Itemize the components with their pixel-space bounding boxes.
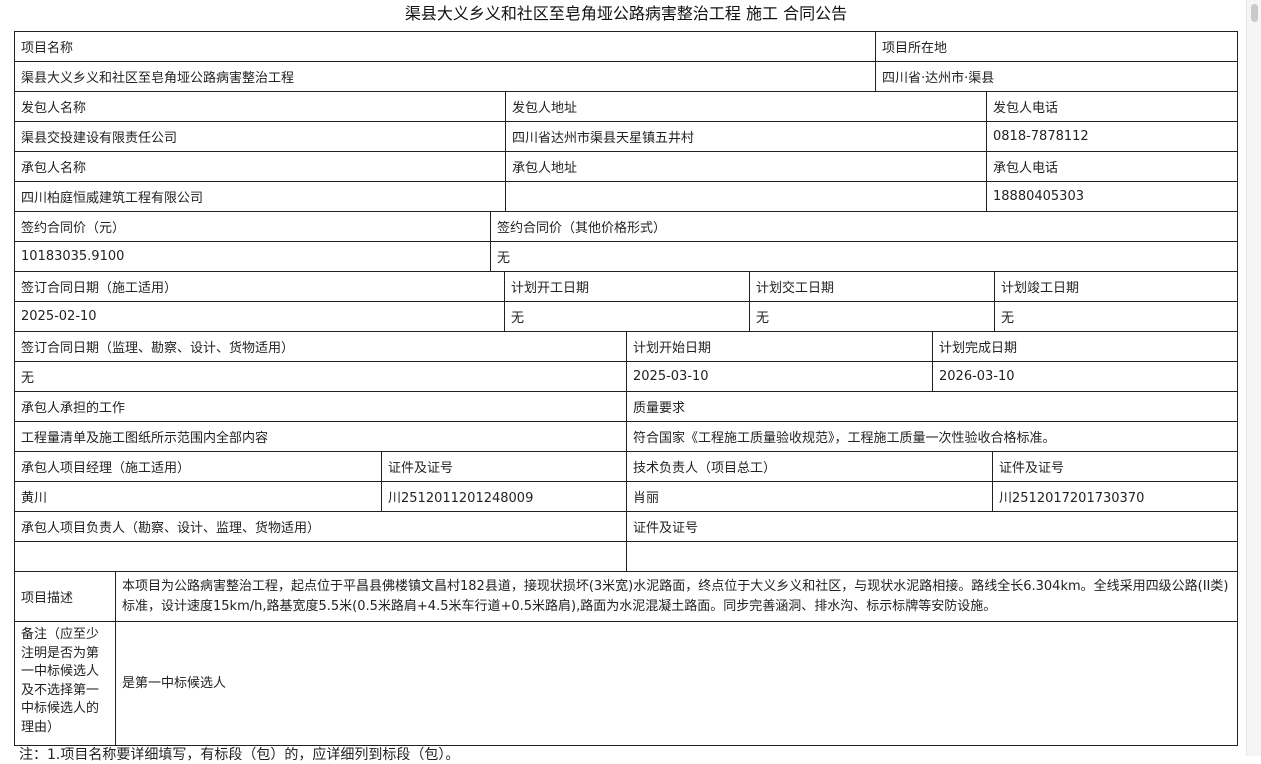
table-cell: 证件及证号 [382, 452, 627, 482]
table-cell: 川2512011201248009 [382, 482, 627, 512]
contract-table: 项目名称 项目所在地 渠县大义乡义和社区至皂角垭公路病害整治工程 四川省·达州市·渠县… [14, 31, 1238, 746]
table-row [15, 542, 1238, 572]
table-row: 渠县交投建设有限责任公司 四川省达州市渠县天星镇五井村 0818-7878112 [15, 122, 1238, 152]
table-cell: 计划交工日期 [750, 272, 995, 302]
project-description-label: 项目描述 [15, 572, 116, 622]
table-cell: 证件及证号 [627, 512, 1238, 542]
table-row: 渠县大义乡义和社区至皂角垭公路病害整治工程 四川省·达州市·渠县 [15, 62, 1238, 92]
table-cell: 承包人电话 [987, 152, 1238, 182]
table-cell: 计划完成日期 [933, 332, 1238, 362]
table-cell: 无 [15, 362, 627, 392]
table-cell: 2026-03-10 [933, 362, 1238, 392]
table-cell: 计划开工日期 [505, 272, 750, 302]
table-cell: 签约合同价（元） [15, 212, 491, 242]
table-cell: 技术负责人（项目总工） [627, 452, 993, 482]
table-row: 承包人项目经理（施工适用） 证件及证号 技术负责人（项目总工） 证件及证号 [15, 452, 1238, 482]
table-cell: 签订合同日期（监理、勘察、设计、货物适用） [15, 332, 627, 362]
footnote: 注：1.项目名称要详细填写，有标段（包）的，应详细列到标段（包）。 [19, 747, 460, 763]
table-cell: 18880405303 [987, 182, 1238, 212]
table-cell: 承包人项目负责人（勘察、设计、监理、货物适用） [15, 512, 627, 542]
table-cell: 发包人名称 [15, 92, 506, 122]
table-cell [506, 182, 987, 212]
table-row: 签订合同日期（施工适用） 计划开工日期 计划交工日期 计划竣工日期 [15, 272, 1238, 302]
table-cell: 承包人名称 [15, 152, 506, 182]
remark-label: 备注（应至少注明是否为第一中标候选人及不选择第一中标候选人的理由） [15, 622, 116, 746]
table-cell [627, 542, 1238, 572]
table-cell: 肖丽 [627, 482, 993, 512]
table-row: 发包人名称 发包人地址 发包人电话 [15, 92, 1238, 122]
table-cell: 证件及证号 [993, 452, 1238, 482]
table-row: 工程量清单及施工图纸所示范围内全部内容 符合国家《工程施工质量验收规范》，工程施工… [15, 422, 1238, 452]
table-row: 四川柏庭恒威建筑工程有限公司 18880405303 [15, 182, 1238, 212]
table-cell: 无 [505, 302, 750, 332]
project-description-row: 项目描述 本项目为公路病害整治工程，起点位于平昌县佛楼镇文昌村182县道，接现状… [15, 572, 1238, 622]
table-cell: 项目所在地 [876, 32, 1238, 62]
table-row: 无 2025-03-10 2026-03-10 [15, 362, 1238, 392]
table-row: 承包人项目负责人（勘察、设计、监理、货物适用） 证件及证号 [15, 512, 1238, 542]
vertical-scrollbar[interactable] [1246, 0, 1261, 756]
table-row: 承包人名称 承包人地址 承包人电话 [15, 152, 1238, 182]
table-cell: 签订合同日期（施工适用） [15, 272, 505, 302]
table-cell: 渠县大义乡义和社区至皂角垭公路病害整治工程 [15, 62, 876, 92]
table-cell: 签约合同价（其他价格形式） [491, 212, 1238, 242]
table-cell: 0818-7878112 [987, 122, 1238, 152]
table-cell: 工程量清单及施工图纸所示范围内全部内容 [15, 422, 627, 452]
table-cell: 黄川 [15, 482, 382, 512]
table-cell: 无 [750, 302, 995, 332]
table-row: 黄川 川2512011201248009 肖丽 川2512017201730370 [15, 482, 1238, 512]
table-cell: 四川省达州市渠县天星镇五井村 [506, 122, 987, 152]
table-body: 项目名称 项目所在地 渠县大义乡义和社区至皂角垭公路病害整治工程 四川省·达州市·渠县… [15, 32, 1238, 572]
table-cell: 无 [491, 242, 1238, 272]
table-cell: 符合国家《工程施工质量验收规范》，工程施工质量一次性验收合格标准。 [627, 422, 1238, 452]
project-description-text: 本项目为公路病害整治工程，起点位于平昌县佛楼镇文昌村182县道，接现状损坏(3米… [116, 572, 1238, 622]
table-cell: 渠县交投建设有限责任公司 [15, 122, 506, 152]
table-cell: 2025-02-10 [15, 302, 505, 332]
table-cell: 承包人地址 [506, 152, 987, 182]
remark-text: 是第一中标候选人 [116, 622, 1238, 746]
table-cell: 计划竣工日期 [995, 272, 1238, 302]
table-row: 签约合同价（元） 签约合同价（其他价格形式） [15, 212, 1238, 242]
page-title: 渠县大义乡义和社区至皂角垭公路病害整治工程 施工 合同公告 [404, 4, 848, 23]
table-cell: 计划开始日期 [627, 332, 933, 362]
table-cell: 承包人项目经理（施工适用） [15, 452, 382, 482]
table-cell: 川2512017201730370 [993, 482, 1238, 512]
table-cell [15, 542, 627, 572]
table-row: 承包人承担的工作 质量要求 [15, 392, 1238, 422]
table-cell: 发包人电话 [987, 92, 1238, 122]
table-row: 10183035.9100 无 [15, 242, 1238, 272]
scrollbar-thumb[interactable] [1251, 4, 1258, 22]
table-cell: 承包人承担的工作 [15, 392, 627, 422]
table-row: 2025-02-10 无无无 [15, 302, 1238, 332]
table-cell: 2025-03-10 [627, 362, 933, 392]
table-cell: 发包人地址 [506, 92, 987, 122]
table-cell: 项目名称 [15, 32, 876, 62]
table-cell: 质量要求 [627, 392, 1238, 422]
remark-row: 备注（应至少注明是否为第一中标候选人及不选择第一中标候选人的理由） 是第一中标候… [15, 622, 1238, 746]
table-cell: 四川省·达州市·渠县 [876, 62, 1238, 92]
table-cell: 四川柏庭恒威建筑工程有限公司 [15, 182, 506, 212]
table-row: 项目名称 项目所在地 [15, 32, 1238, 62]
table-cell: 10183035.9100 [15, 242, 491, 272]
table-row: 签订合同日期（监理、勘察、设计、货物适用） 计划开始日期 计划完成日期 [15, 332, 1238, 362]
table-cell: 无 [995, 302, 1238, 332]
